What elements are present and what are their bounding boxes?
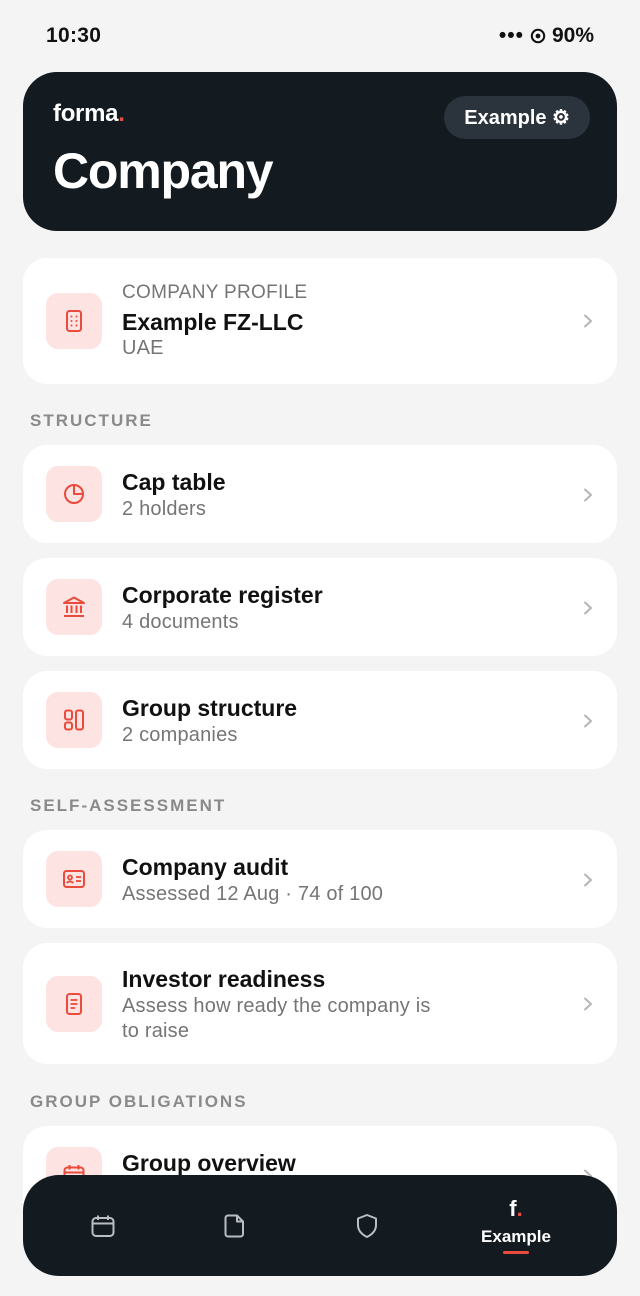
- chevron-right-icon: [584, 601, 592, 615]
- bottom-nav: f. Example: [23, 1175, 617, 1276]
- status-indicators: ••• 90%: [499, 24, 594, 48]
- id-card-icon: [46, 851, 102, 907]
- group-structure-title: Group structure: [122, 695, 298, 721]
- company-profile-card[interactable]: COMPANY PROFILE Example FZ-LLC UAE: [23, 258, 617, 384]
- pie-chart-icon: [46, 466, 102, 522]
- forma-logo-icon: f.: [509, 1196, 523, 1221]
- chevron-right-icon: [584, 714, 592, 728]
- active-indicator: [503, 1251, 529, 1254]
- investor-readiness-card[interactable]: Investor readiness Assess how ready the …: [23, 943, 617, 1064]
- grid-icon: [46, 692, 102, 748]
- company-audit-card[interactable]: Company audit Assessed 12 Aug · 74 of 10…: [23, 830, 617, 928]
- cap-table-subtitle: 2 holders: [122, 498, 207, 520]
- calendar-icon: [91, 1215, 115, 1237]
- chevron-right-icon: [584, 314, 592, 328]
- corporate-register-title: Corporate register: [122, 582, 323, 608]
- section-label-self-assessment: SELF-ASSESSMENT: [30, 796, 227, 815]
- chevron-right-icon: [584, 488, 592, 502]
- group-structure-subtitle: 2 companies: [122, 724, 238, 746]
- corporate-register-subtitle: 4 documents: [122, 611, 239, 633]
- nav-company-active[interactable]: f. Example: [471, 1175, 561, 1276]
- signal-dots-icon: •••: [498, 24, 524, 47]
- status-time: 10:30: [46, 24, 102, 47]
- section-label-group-obligations: GROUP OBLIGATIONS: [30, 1092, 248, 1111]
- section-label-structure: STRUCTURE: [30, 411, 153, 430]
- group-overview-title: Group overview: [122, 1150, 296, 1176]
- workspace-settings-button[interactable]: Example ⚙: [444, 96, 590, 139]
- brand-logo: forma.: [53, 100, 125, 127]
- hotspot-icon: [530, 28, 546, 44]
- bank-icon: [46, 579, 102, 635]
- file-icon: [224, 1214, 244, 1237]
- chevron-right-icon: [584, 997, 592, 1011]
- page-title: Company: [53, 143, 274, 199]
- corporate-register-card[interactable]: Corporate register 4 documents: [23, 558, 617, 656]
- chevron-right-icon: [584, 873, 592, 887]
- cap-table-card[interactable]: Cap table 2 holders: [23, 445, 617, 543]
- company-audit-title: Company audit: [122, 854, 289, 880]
- investor-readiness-subtitle-line1: Assess how ready the company is: [122, 995, 431, 1017]
- status-bar: 10:30 ••• 90%: [0, 0, 640, 72]
- shield-icon: [357, 1213, 377, 1238]
- building-icon: [46, 293, 102, 349]
- nav-calendar[interactable]: [75, 1175, 131, 1276]
- company-profile-overline: COMPANY PROFILE: [122, 282, 308, 303]
- company-country: UAE: [122, 337, 164, 359]
- investor-readiness-title: Investor readiness: [122, 966, 326, 992]
- document-icon: [46, 976, 102, 1032]
- nav-documents[interactable]: [207, 1175, 263, 1276]
- header-card: forma. Company Example ⚙: [23, 72, 617, 231]
- cap-table-title: Cap table: [122, 469, 226, 495]
- battery-level: 90%: [551, 24, 594, 47]
- company-name: Example FZ-LLC: [122, 309, 304, 335]
- group-structure-card[interactable]: Group structure 2 companies: [23, 671, 617, 769]
- company-audit-subtitle: Assessed 12 Aug · 74 of 100: [122, 883, 384, 905]
- nav-compliance[interactable]: [339, 1175, 395, 1276]
- investor-readiness-subtitle-line2: to raise: [122, 1020, 190, 1042]
- nav-active-label: Example: [481, 1227, 551, 1246]
